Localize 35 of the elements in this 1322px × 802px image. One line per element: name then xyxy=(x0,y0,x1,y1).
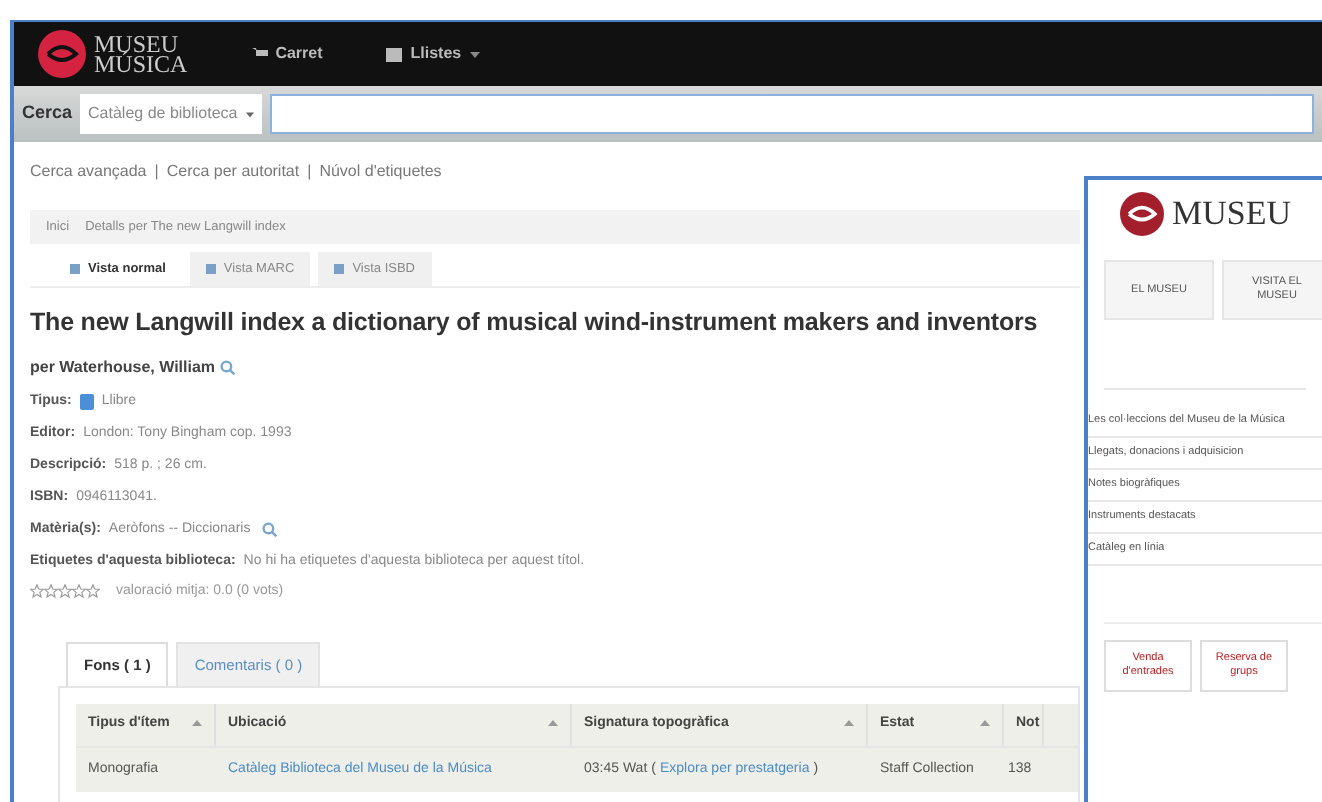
search-label: Cerca xyxy=(22,100,73,127)
sort-icon[interactable] xyxy=(844,718,854,731)
star-icon[interactable] xyxy=(44,584,58,599)
separator: | xyxy=(154,160,159,184)
search-field[interactable] xyxy=(269,94,1314,134)
scope-dropdown[interactable]: Catàleg de biblioteca xyxy=(80,94,262,134)
logo-icon xyxy=(38,30,86,78)
caret-icon xyxy=(245,111,254,117)
star-icon[interactable] xyxy=(30,584,44,599)
logo-icon xyxy=(1120,192,1164,236)
nav-link[interactable]: Llistes xyxy=(386,42,480,66)
view-icon xyxy=(205,264,216,274)
logo-text: MÚSICA xyxy=(94,54,188,74)
view-icon xyxy=(70,264,80,274)
search-icon[interactable] xyxy=(219,359,236,376)
nav-link[interactable]: Cerca per autoritat xyxy=(166,160,300,184)
caret-icon xyxy=(469,51,480,57)
author-text: per Waterhouse, William xyxy=(30,355,216,380)
separator: | xyxy=(307,160,312,184)
nav-link[interactable]: Carret xyxy=(251,42,323,66)
list-icon xyxy=(386,47,403,61)
star-icon[interactable] xyxy=(86,584,100,599)
search-icon[interactable] xyxy=(262,521,279,538)
sort-icon[interactable] xyxy=(192,718,202,731)
logo-text: MUSEU xyxy=(1172,192,1292,237)
record-title: The new Langwill index a dictionary of musical wind-instrument makers and inventors xyxy=(30,306,1040,340)
sort-icon[interactable] xyxy=(548,718,558,731)
sort-icon[interactable] xyxy=(980,718,990,731)
logo-text: MUSEU xyxy=(94,34,179,54)
view-icon xyxy=(334,264,345,274)
nav-link[interactable]: Cerca avançada xyxy=(30,160,147,184)
star-icon[interactable] xyxy=(72,584,86,599)
nav-link[interactable]: Núvol d'etiquetes xyxy=(319,160,442,184)
book-icon xyxy=(79,393,94,410)
star-icon[interactable] xyxy=(58,584,72,599)
